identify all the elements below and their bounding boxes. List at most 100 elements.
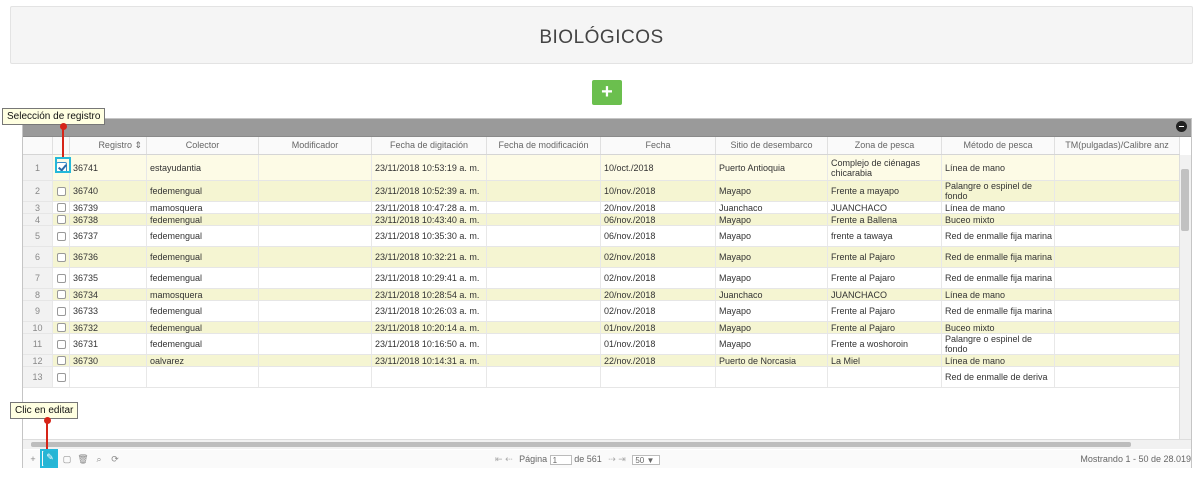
vertical-scroll-thumb[interactable]: [1181, 169, 1189, 231]
grid-caption: [23, 119, 1191, 137]
cell-fecha: 01/nov./2018: [601, 334, 716, 354]
row-checkbox[interactable]: [56, 356, 66, 365]
header-fecha-modificacion[interactable]: Fecha de modificación: [487, 137, 601, 154]
table-row[interactable]: 4 36738 fedemengual 23/11/2018 10:43:40 a. …: [23, 214, 1180, 226]
cell-registro: 36740: [70, 181, 147, 201]
cell-zona-text: Frente al Pajaro: [831, 252, 896, 262]
row-checkbox[interactable]: [56, 203, 66, 212]
row-select[interactable]: [53, 334, 70, 354]
row-checkbox[interactable]: [56, 339, 66, 349]
cell-registro: 36739: [70, 202, 147, 213]
delete-record-icon[interactable]: 🗑: [77, 453, 89, 465]
row-select[interactable]: [53, 247, 70, 267]
view-record-icon[interactable]: ▢: [61, 453, 73, 465]
header-metodo[interactable]: Método de pesca: [942, 137, 1055, 154]
row-checkbox[interactable]: [56, 306, 66, 316]
add-button[interactable]: +: [592, 80, 622, 105]
cell-fecha-digitacion: 23/11/2018 10:16:50 a. m.: [372, 334, 487, 354]
table-row[interactable]: 9 36733 fedemengual 23/11/2018 10:26:03 a. …: [23, 301, 1180, 322]
cell-fecha-text: 20/nov./2018: [604, 202, 656, 213]
row-checkbox[interactable]: [56, 231, 66, 241]
cell-sitio: Juanchaco: [716, 289, 828, 300]
table-row[interactable]: 5 36737 fedemengual 23/11/2018 10:35:30 a. …: [23, 226, 1180, 247]
header-fecha[interactable]: Fecha: [601, 137, 716, 154]
header-tm[interactable]: TM(pulgadas)/Calibre anz: [1055, 137, 1180, 154]
row-select[interactable]: [53, 367, 70, 387]
collapse-icon[interactable]: [1176, 121, 1187, 132]
row-checkbox[interactable]: [56, 186, 66, 196]
refresh-icon[interactable]: ⟳: [109, 453, 121, 465]
row-number: 12: [23, 355, 53, 366]
cell-metodo: Red de enmalle fija marina: [942, 226, 1055, 246]
cell-fecha-digitacion: 23/11/2018 10:20:14 a. m.: [372, 322, 487, 333]
vertical-scrollbar[interactable]: [1179, 155, 1191, 439]
row-checkbox[interactable]: [56, 290, 66, 299]
row-number: 8: [23, 289, 53, 300]
cell-fecha: 02/nov./2018: [601, 268, 716, 288]
row-select[interactable]: [53, 301, 70, 321]
cell-fecha-text: 20/nov./2018: [604, 289, 656, 300]
row-checkbox[interactable]: [56, 273, 66, 283]
table-row[interactable]: 8 36734 mamosquera 23/11/2018 10:28:54 a. m…: [23, 289, 1180, 301]
header-zona[interactable]: Zona de pesca: [828, 137, 942, 154]
row-checkbox[interactable]: [56, 252, 66, 262]
table-row[interactable]: 11 36731 fedemengual 23/11/2018 10:16:50 a.…: [23, 334, 1180, 355]
cell-fecha-digitacion: 23/11/2018 10:47:28 a. m.: [372, 202, 487, 213]
cell-sitio: Mayapo: [716, 322, 828, 333]
row-checkbox[interactable]: [56, 372, 66, 382]
cell-fecha-digitacion: 23/11/2018 10:14:31 a. m.: [372, 355, 487, 366]
row-select[interactable]: [53, 355, 70, 366]
row-select[interactable]: [53, 322, 70, 333]
first-page-icon[interactable]: ⇤: [495, 454, 503, 464]
table-row[interactable]: 6 36736 fedemengual 23/11/2018 10:32:21 a. …: [23, 247, 1180, 268]
last-page-icon[interactable]: ⇥: [618, 454, 626, 464]
row-number: 4: [23, 214, 53, 225]
cell-registro: 36735: [70, 268, 147, 288]
header-colector[interactable]: Colector: [147, 137, 259, 154]
header-modificador[interactable]: Modificador: [259, 137, 372, 154]
row-checkbox[interactable]: [56, 215, 66, 224]
row-select[interactable]: [53, 289, 70, 300]
row-checkbox[interactable]: [56, 323, 66, 332]
page-size-select[interactable]: 50 ▼: [632, 454, 661, 465]
row-select[interactable]: [53, 202, 70, 213]
cell-registro-text: 36735: [73, 273, 99, 283]
row-number-text: 4: [34, 214, 40, 225]
prev-page-icon[interactable]: ⇠: [505, 454, 513, 464]
cell-fecha-digitacion-text: 23/11/2018 10:43:40 a. m.: [375, 214, 480, 225]
horizontal-scrollbar[interactable]: [23, 439, 1191, 449]
cell-fecha: 02/nov./2018: [601, 301, 716, 321]
table-row[interactable]: 13 Red de enmalle de deriva: [23, 367, 1180, 388]
cell-sitio-text: Mayapo: [719, 231, 752, 241]
table-row[interactable]: 10 36732 fedemengual 23/11/2018 10:20:14 a.…: [23, 322, 1180, 334]
table-row[interactable]: 3 36739 mamosquera 23/11/2018 10:47:28 a. m…: [23, 202, 1180, 214]
next-page-icon[interactable]: ⇢: [608, 454, 616, 464]
horizontal-scroll-thumb[interactable]: [31, 442, 1131, 447]
cell-registro-text: 36730: [73, 355, 99, 366]
row-number-text: 8: [34, 289, 40, 300]
cell-registro-text: 36733: [73, 306, 99, 316]
row-select[interactable]: [53, 181, 70, 201]
table-row[interactable]: 12 36730 oalvarez 23/11/2018 10:14:31 a. m.…: [23, 355, 1180, 367]
table-row[interactable]: 2 36740 fedemengual 23/11/2018 10:52:39 a. …: [23, 181, 1180, 202]
table-row[interactable]: 7 36735 fedemengual 23/11/2018 10:29:41 a. …: [23, 268, 1180, 289]
search-icon[interactable]: ⌕: [93, 453, 105, 465]
cell-registro: 36736: [70, 247, 147, 267]
row-select[interactable]: [53, 226, 70, 246]
page-input[interactable]: 1: [549, 454, 572, 465]
cell-modificador: [259, 226, 372, 246]
cell-colector: fedemengual: [147, 334, 259, 354]
cell-zona-text: Complejo de ciénagas chicarabia: [831, 157, 921, 178]
cell-fecha-text: 01/nov./2018: [604, 339, 656, 349]
table-row[interactable]: 1 36741 estayudantia 23/11/2018 10:53:19 a.…: [23, 155, 1180, 181]
cell-colector: mamosquera: [147, 202, 259, 213]
row-select[interactable]: [53, 268, 70, 288]
cell-fecha-text: 06/nov./2018: [604, 214, 656, 225]
header-fecha-digitacion[interactable]: Fecha de digitación: [372, 137, 487, 154]
row-select[interactable]: [53, 214, 70, 225]
header-registro[interactable]: Registro ⇕: [70, 137, 147, 154]
header-rownum: [23, 137, 53, 154]
header-sitio[interactable]: Sitio de desembarco: [716, 137, 828, 154]
cell-colector-text: fedemengual: [150, 214, 203, 225]
add-record-icon[interactable]: +: [27, 453, 39, 465]
